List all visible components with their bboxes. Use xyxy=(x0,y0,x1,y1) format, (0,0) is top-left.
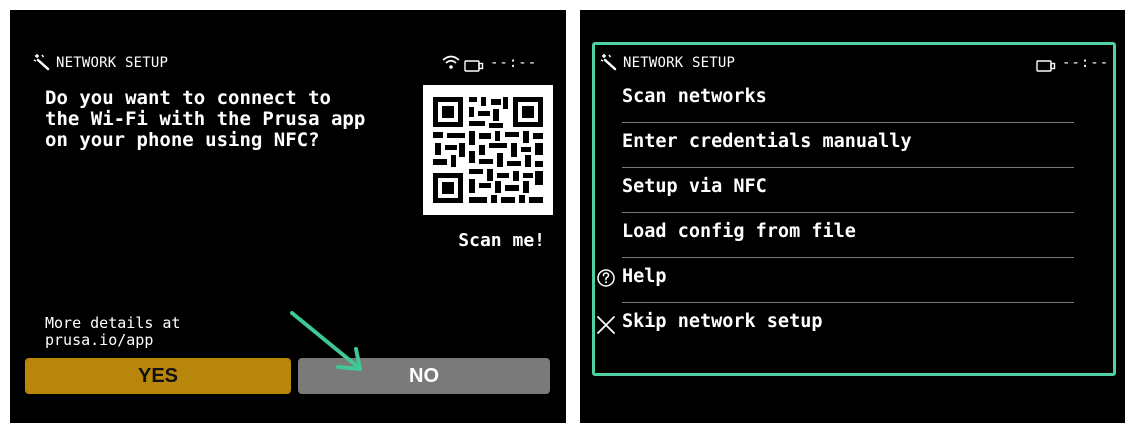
wifi-icon xyxy=(442,55,460,74)
wizard-icon xyxy=(600,53,618,75)
qr-code xyxy=(423,85,553,215)
network-setup-menu-screen: NETWORK SETUP --:-- Scan networks Enter … xyxy=(580,10,1125,423)
header-clock: --:-- xyxy=(490,55,538,71)
usb-drive-icon xyxy=(464,57,484,76)
help-icon xyxy=(596,268,616,292)
header-title: NETWORK SETUP xyxy=(56,55,169,71)
annotation-arrow-icon xyxy=(280,305,370,384)
close-icon xyxy=(596,315,616,339)
menu-item-label: Setup via NFC xyxy=(622,176,767,197)
menu-item-label: Skip network setup xyxy=(622,311,823,332)
menu-item-help[interactable]: Help xyxy=(592,258,1078,303)
nfc-question-text: Do you want to connect to the Wi-Fi with… xyxy=(45,87,366,151)
qr-scan-label: Scan me! xyxy=(458,230,545,251)
menu-item-skip-setup[interactable]: Skip network setup xyxy=(592,303,1078,348)
menu-item-label: Scan networks xyxy=(622,86,767,107)
menu-item-load-config[interactable]: Load config from file xyxy=(592,213,1078,258)
menu-item-scan-networks[interactable]: Scan networks xyxy=(592,78,1078,123)
menu-item-label: Help xyxy=(622,266,667,287)
yes-button[interactable]: YES xyxy=(25,358,291,394)
header-clock: --:-- xyxy=(1062,55,1110,71)
network-setup-nfc-prompt-screen: NETWORK SETUP --:-- Do you want to conne… xyxy=(10,10,566,423)
more-details-text: More details at prusa.io/app xyxy=(45,314,181,349)
wizard-icon xyxy=(33,53,51,75)
usb-drive-icon xyxy=(1036,57,1056,76)
menu-item-label: Load config from file xyxy=(622,221,856,242)
menu-item-label: Enter credentials manually xyxy=(622,131,912,152)
menu-item-setup-nfc[interactable]: Setup via NFC xyxy=(592,168,1078,213)
menu-item-enter-credentials[interactable]: Enter credentials manually xyxy=(592,123,1078,168)
header-title: NETWORK SETUP xyxy=(623,55,736,71)
